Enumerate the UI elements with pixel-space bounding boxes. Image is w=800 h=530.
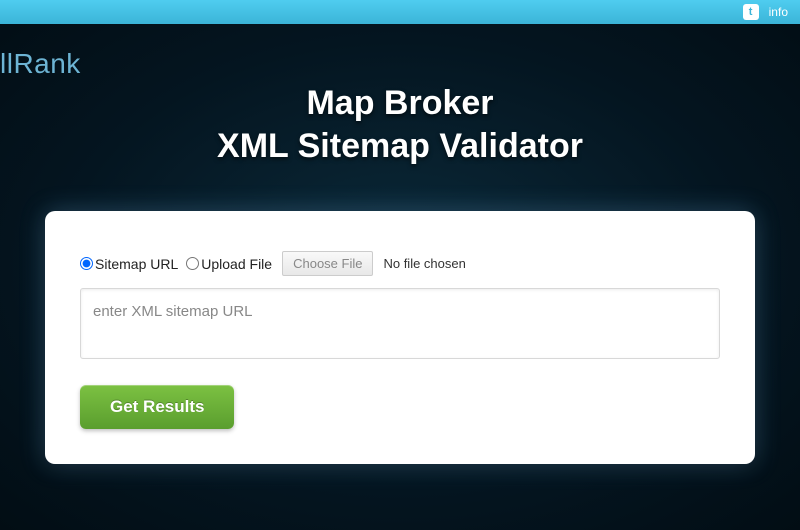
radio-upload-file[interactable]: Upload File — [186, 256, 272, 272]
title-line-1: Map Broker — [0, 84, 800, 123]
brand-logo-text: llRank — [0, 48, 81, 80]
choose-file-button[interactable]: Choose File — [282, 251, 373, 276]
info-link[interactable]: info — [769, 5, 788, 19]
file-chosen-status: No file chosen — [383, 256, 465, 271]
twitter-icon[interactable]: t — [743, 4, 759, 20]
radio-upload-file-input[interactable] — [186, 257, 199, 270]
brand-logo: llRank — [0, 48, 81, 80]
radio-sitemap-url[interactable]: Sitemap URL — [80, 256, 178, 272]
page-title: Map Broker XML Sitemap Validator — [0, 84, 800, 166]
input-mode-row: Sitemap URL Upload File Choose File No f… — [80, 251, 720, 276]
get-results-button[interactable]: Get Results — [80, 385, 234, 429]
radio-upload-file-label: Upload File — [201, 256, 272, 272]
topbar: t info — [0, 0, 800, 24]
radio-sitemap-url-input[interactable] — [80, 257, 93, 270]
validator-form-card: Sitemap URL Upload File Choose File No f… — [45, 211, 755, 464]
title-line-2: XML Sitemap Validator — [0, 127, 800, 166]
radio-sitemap-url-label: Sitemap URL — [95, 256, 178, 272]
sitemap-url-input[interactable] — [80, 288, 720, 359]
